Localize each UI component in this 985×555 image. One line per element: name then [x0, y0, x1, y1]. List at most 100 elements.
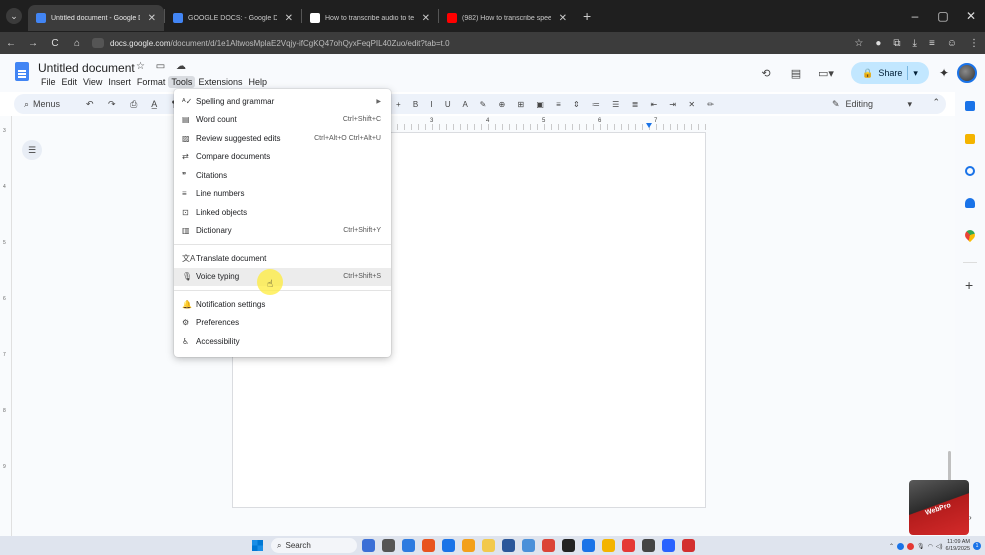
- profile-icon[interactable]: ☺: [947, 38, 957, 49]
- format-icons[interactable]: + B I U A ✎ ⊕ ⊞ ▣ ≡ ⇕ ≔ ☰ ≣ ⇤ ⇥ ✕ ✏: [396, 94, 719, 114]
- menu-help[interactable]: Help: [245, 76, 270, 88]
- close-tab-icon[interactable]: ✕: [148, 13, 156, 24]
- back-icon[interactable]: ←: [0, 38, 22, 49]
- menu-item-linked-objects[interactable]: ⊡ Linked objects: [174, 203, 391, 222]
- hand-cursor-icon: ☝: [267, 279, 274, 290]
- menu-extensions[interactable]: Extensions: [195, 76, 245, 88]
- menu-item-spelling-and-grammar[interactable]: ᴬ✓ Spelling and grammar ▶: [174, 92, 391, 111]
- minimize-icon[interactable]: –: [901, 0, 929, 32]
- menu-file[interactable]: File: [38, 76, 59, 88]
- browser-tab[interactable]: GOOGLE DOCS: - Google Docs ✕: [165, 5, 301, 31]
- menu-item-compare-documents[interactable]: ⇄ Compare documents: [174, 148, 391, 167]
- extensions-puzzle-icon[interactable]: ⧉: [893, 38, 900, 49]
- new-tab-button[interactable]: +: [583, 8, 591, 24]
- menu-item-accessibility[interactable]: ♿ Accessibility: [174, 332, 391, 351]
- taskbar-app-icon[interactable]: [602, 539, 615, 552]
- menus-search[interactable]: ⌕ Menus: [14, 99, 86, 110]
- menu-tools[interactable]: Tools: [168, 76, 196, 88]
- undo-redo-print-icons[interactable]: ↶ ↷ ⎙ A̲ ¶: [86, 99, 183, 110]
- close-tab-icon[interactable]: ✕: [285, 13, 293, 24]
- reload-icon[interactable]: C: [44, 38, 66, 49]
- gemini-icon[interactable]: ✦: [935, 66, 953, 80]
- taskbar-app-icon[interactable]: [682, 539, 695, 552]
- more-menu-icon[interactable]: ⋮: [969, 38, 979, 49]
- forward-icon[interactable]: →: [22, 38, 44, 49]
- clock[interactable]: 11:09 AM 6/19/2025: [946, 539, 970, 553]
- notification-badge[interactable]: 1: [973, 542, 981, 550]
- menu-item-translate-document[interactable]: 文A Translate document: [174, 249, 391, 268]
- tray-chevron-icon[interactable]: ⌃: [889, 543, 894, 550]
- menu-edit[interactable]: Edit: [59, 76, 81, 88]
- windows-start-icon[interactable]: [252, 540, 263, 551]
- browser-tab[interactable]: (982) How to transcribe speech-to ✕: [439, 5, 575, 31]
- reading-list-icon[interactable]: ≡: [929, 38, 935, 49]
- taskbar-app-icon[interactable]: [662, 539, 675, 552]
- document-outline-icon[interactable]: ☰: [22, 140, 42, 160]
- star-move-cloud-icons[interactable]: ☆ ▭ ☁: [136, 61, 190, 72]
- menu-item-dictionary[interactable]: ▥ Dictionary Ctrl+Shift+Y: [174, 222, 391, 241]
- extension-icon[interactable]: ●: [875, 38, 881, 49]
- share-button[interactable]: 🔒 Share ▾: [851, 62, 929, 84]
- bookmark-star-icon[interactable]: ☆: [854, 38, 863, 49]
- get-addons-icon[interactable]: +: [965, 277, 973, 293]
- menu-item-review-suggested-edits[interactable]: ▨ Review suggested edits Ctrl+Alt+O Ctrl+A…: [174, 129, 391, 148]
- menu-format[interactable]: Format: [134, 76, 169, 88]
- version-history-icon[interactable]: ⟲: [755, 67, 777, 80]
- calendar-icon[interactable]: [965, 101, 975, 111]
- taskbar-app-icon[interactable]: [482, 539, 495, 552]
- menu-item-citations[interactable]: ❞ Citations: [174, 166, 391, 185]
- meet-icon[interactable]: ▭▾: [815, 67, 837, 80]
- menu-insert[interactable]: Insert: [105, 76, 134, 88]
- tasks-icon[interactable]: [965, 166, 975, 176]
- menu-item-preferences[interactable]: ⚙ Preferences: [174, 314, 391, 333]
- browser-tab[interactable]: How to transcribe audio to text in ✕: [302, 5, 438, 31]
- download-icon[interactable]: ⤓: [913, 38, 917, 49]
- taskbar-app-icon[interactable]: [562, 539, 575, 552]
- taskbar-search[interactable]: ⌕ Search: [271, 538, 357, 553]
- collapse-toolbar-icon[interactable]: ⌃: [932, 97, 940, 108]
- url-input[interactable]: docs.google.com/document/d/1e1AltwosMpla…: [92, 35, 812, 51]
- editing-mode-select[interactable]: ✎ Editing ▾: [832, 94, 912, 114]
- menu-view[interactable]: View: [80, 76, 105, 88]
- volume-icon[interactable]: ◁): [936, 543, 943, 550]
- taskbar-app-icon[interactable]: [622, 539, 635, 552]
- taskbar-app-icon[interactable]: [442, 539, 455, 552]
- chevron-right-icon[interactable]: ›: [969, 513, 972, 522]
- menu-item-notification-settings[interactable]: 🔔 Notification settings: [174, 295, 391, 314]
- docs-logo-icon[interactable]: [15, 62, 29, 81]
- site-settings-icon[interactable]: [92, 38, 104, 48]
- taskbar-app-icon[interactable]: [462, 539, 475, 552]
- taskbar-app-icon[interactable]: [382, 539, 395, 552]
- menu-item-line-numbers[interactable]: ≡ Line numbers: [174, 185, 391, 204]
- chevron-down-icon[interactable]: ▾: [913, 68, 918, 79]
- tray-app-icon[interactable]: [897, 542, 905, 550]
- wifi-icon[interactable]: ◠: [928, 543, 933, 550]
- close-tab-icon[interactable]: ✕: [422, 13, 430, 24]
- tray-app-icon[interactable]: [907, 542, 915, 550]
- taskbar-app-icon[interactable]: [542, 539, 555, 552]
- taskbar-app-icon[interactable]: [642, 539, 655, 552]
- maps-icon[interactable]: [962, 227, 978, 243]
- taskbar-app-icon[interactable]: [402, 539, 415, 552]
- share-label: Share: [878, 68, 903, 78]
- close-window-icon[interactable]: ✕: [957, 0, 985, 32]
- taskbar-app-icon[interactable]: [422, 539, 435, 552]
- comments-icon[interactable]: ▤: [785, 67, 807, 80]
- document-title[interactable]: Untitled document: [38, 61, 135, 75]
- home-icon[interactable]: ⌂: [66, 38, 88, 49]
- menu-item-label: Accessibility: [196, 336, 240, 346]
- contacts-icon[interactable]: [965, 198, 975, 208]
- taskbar-app-icon[interactable]: [502, 539, 515, 552]
- tab-search-icon[interactable]: ⌄: [6, 8, 22, 24]
- menu-item-word-count[interactable]: ▤ Word count Ctrl+Shift+C: [174, 111, 391, 130]
- indent-marker-icon[interactable]: [646, 123, 652, 128]
- close-tab-icon[interactable]: ✕: [559, 13, 567, 24]
- keep-icon[interactable]: [965, 134, 975, 144]
- avatar[interactable]: [957, 63, 977, 83]
- taskbar-app-icon[interactable]: [362, 539, 375, 552]
- browser-tab[interactable]: Untitled document - Google Docs ✕: [28, 5, 164, 31]
- mic-icon[interactable]: 🎙: [917, 543, 925, 550]
- taskbar-app-icon[interactable]: [582, 539, 595, 552]
- taskbar-app-icon[interactable]: [522, 539, 535, 552]
- maximize-icon[interactable]: ▢: [929, 0, 957, 32]
